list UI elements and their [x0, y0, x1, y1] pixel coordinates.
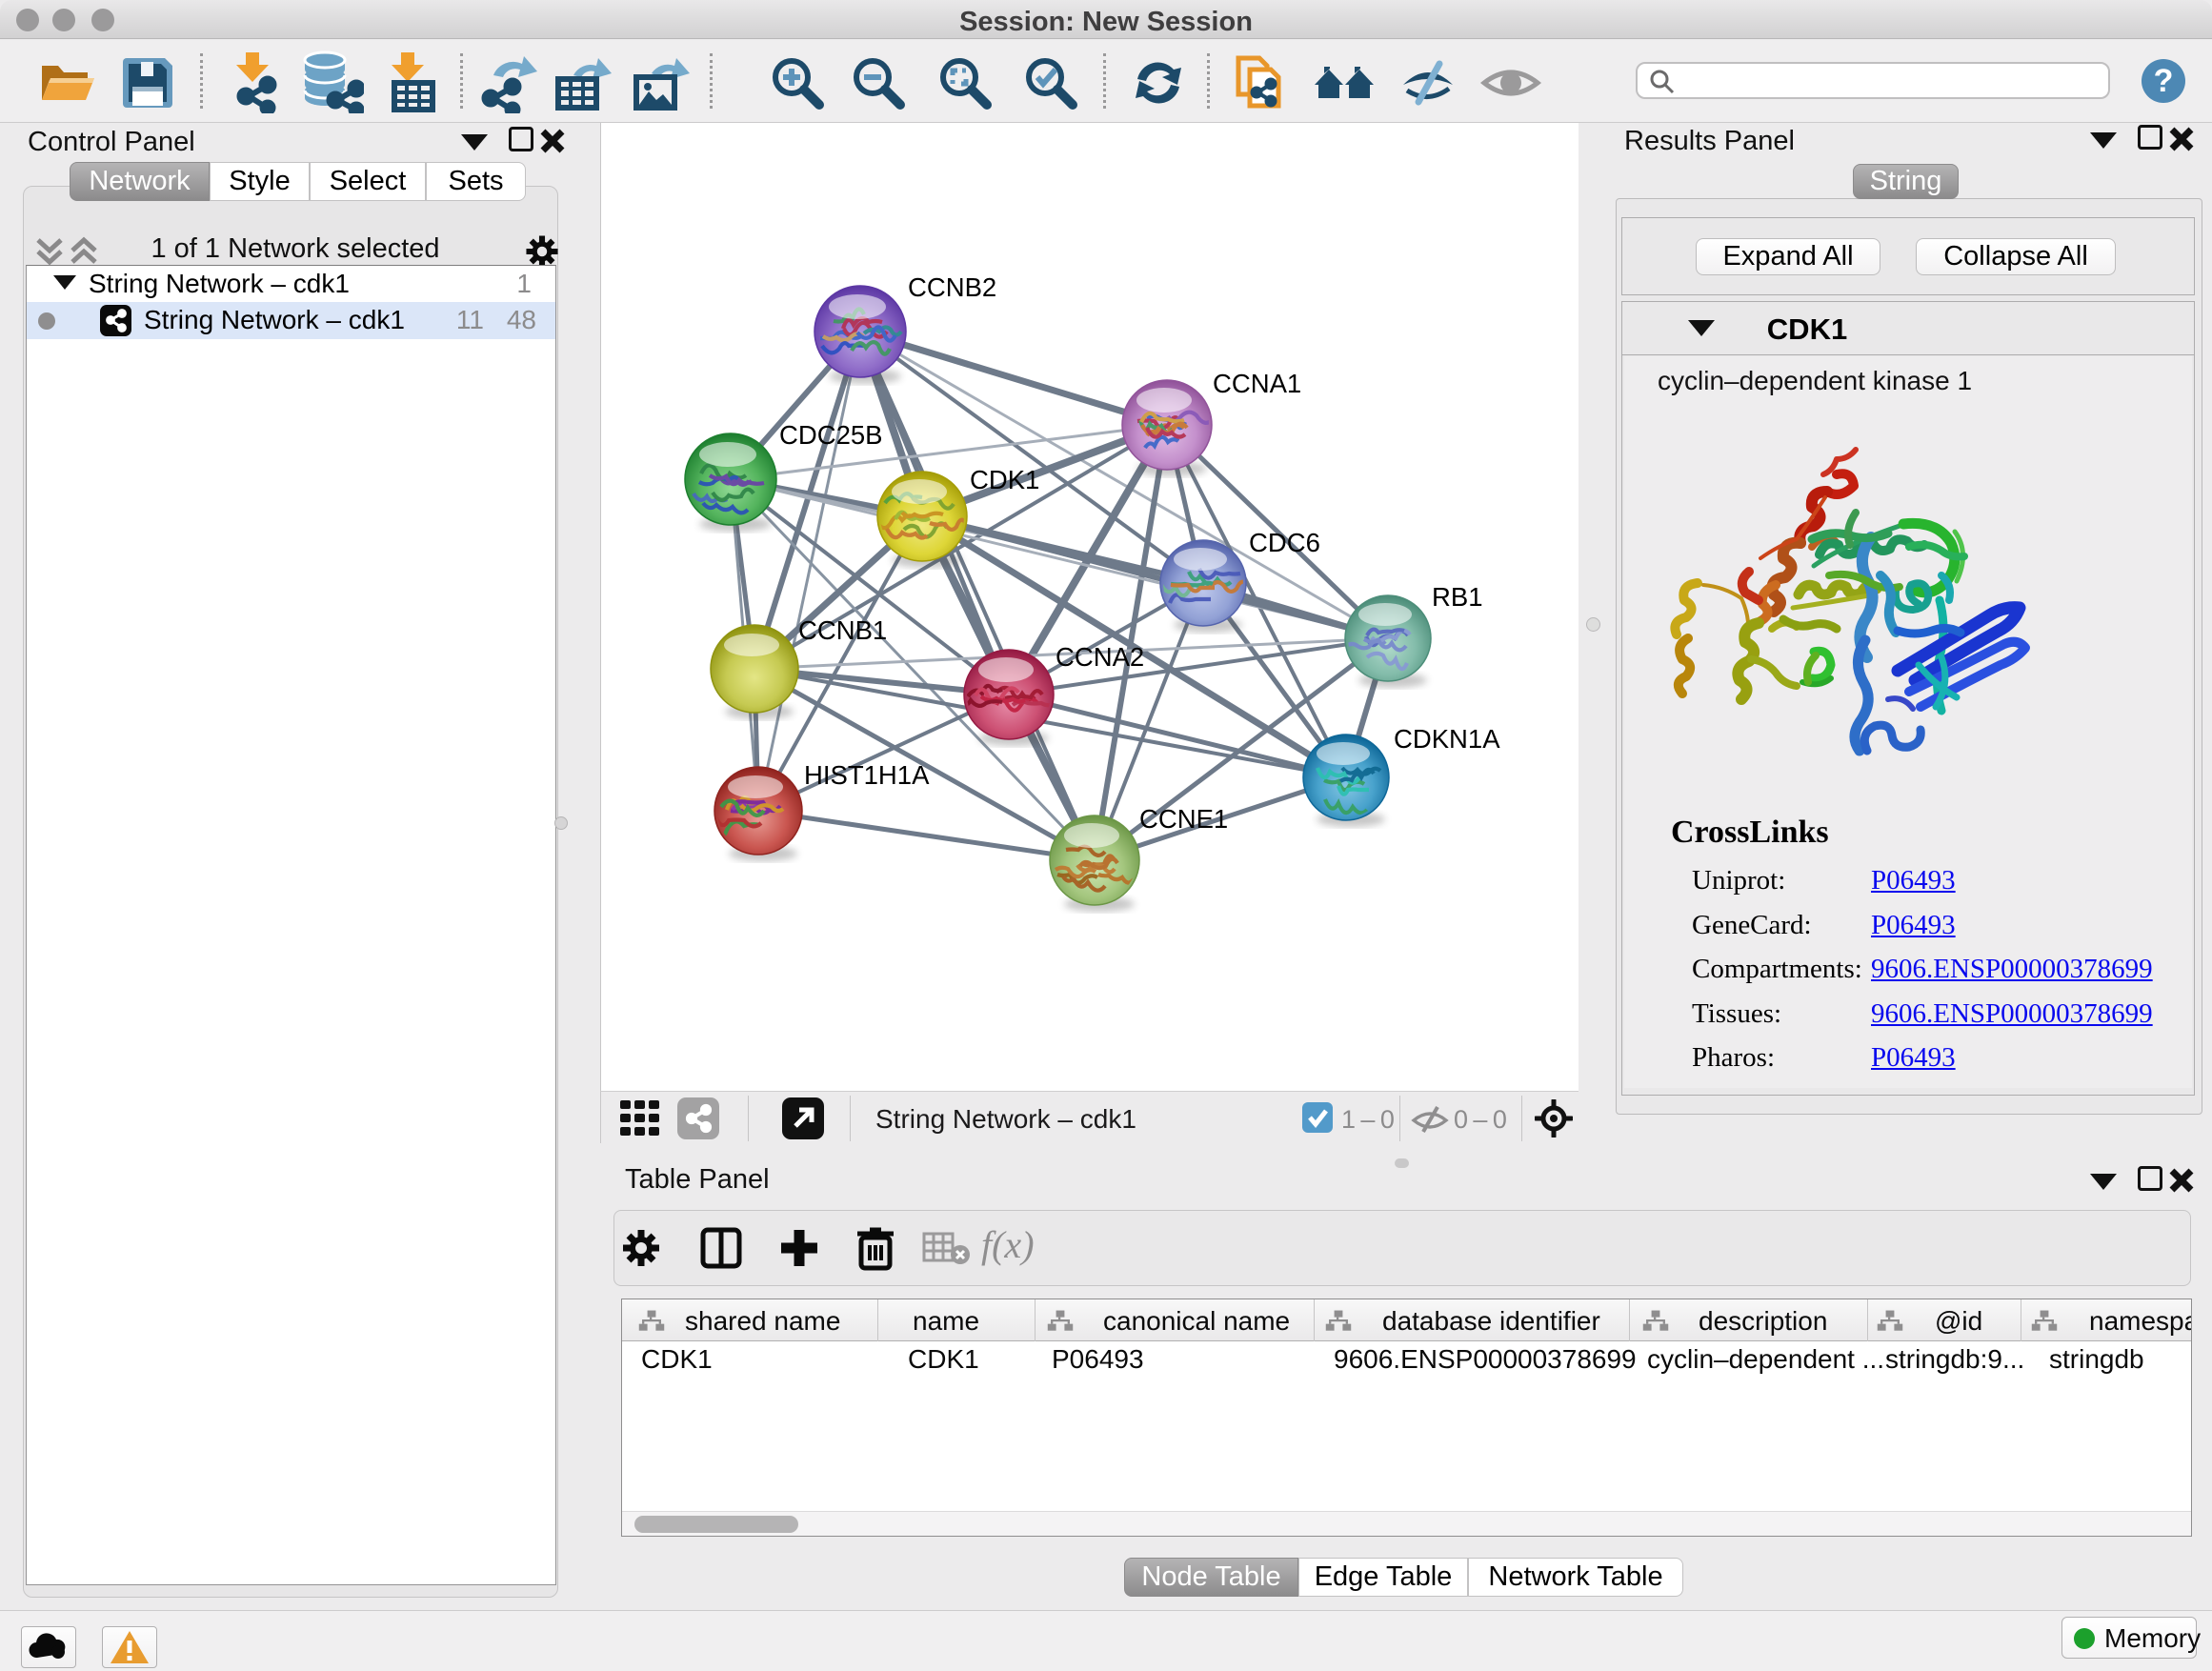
svg-text:CCNE1: CCNE1	[1139, 804, 1228, 834]
svg-text:CCNB1: CCNB1	[798, 615, 887, 645]
svg-text:CCNB2: CCNB2	[908, 272, 996, 302]
svg-text:CDC25B: CDC25B	[779, 420, 883, 450]
svg-text:HIST1H1A: HIST1H1A	[804, 760, 930, 790]
svg-text:CDC6: CDC6	[1249, 528, 1320, 557]
svg-text:CDK1: CDK1	[970, 465, 1039, 494]
svg-text:CDKN1A: CDKN1A	[1394, 724, 1500, 754]
svg-text:CCNA2: CCNA2	[1056, 642, 1144, 672]
svg-text:CCNA1: CCNA1	[1213, 369, 1301, 398]
svg-text:RB1: RB1	[1432, 582, 1483, 612]
